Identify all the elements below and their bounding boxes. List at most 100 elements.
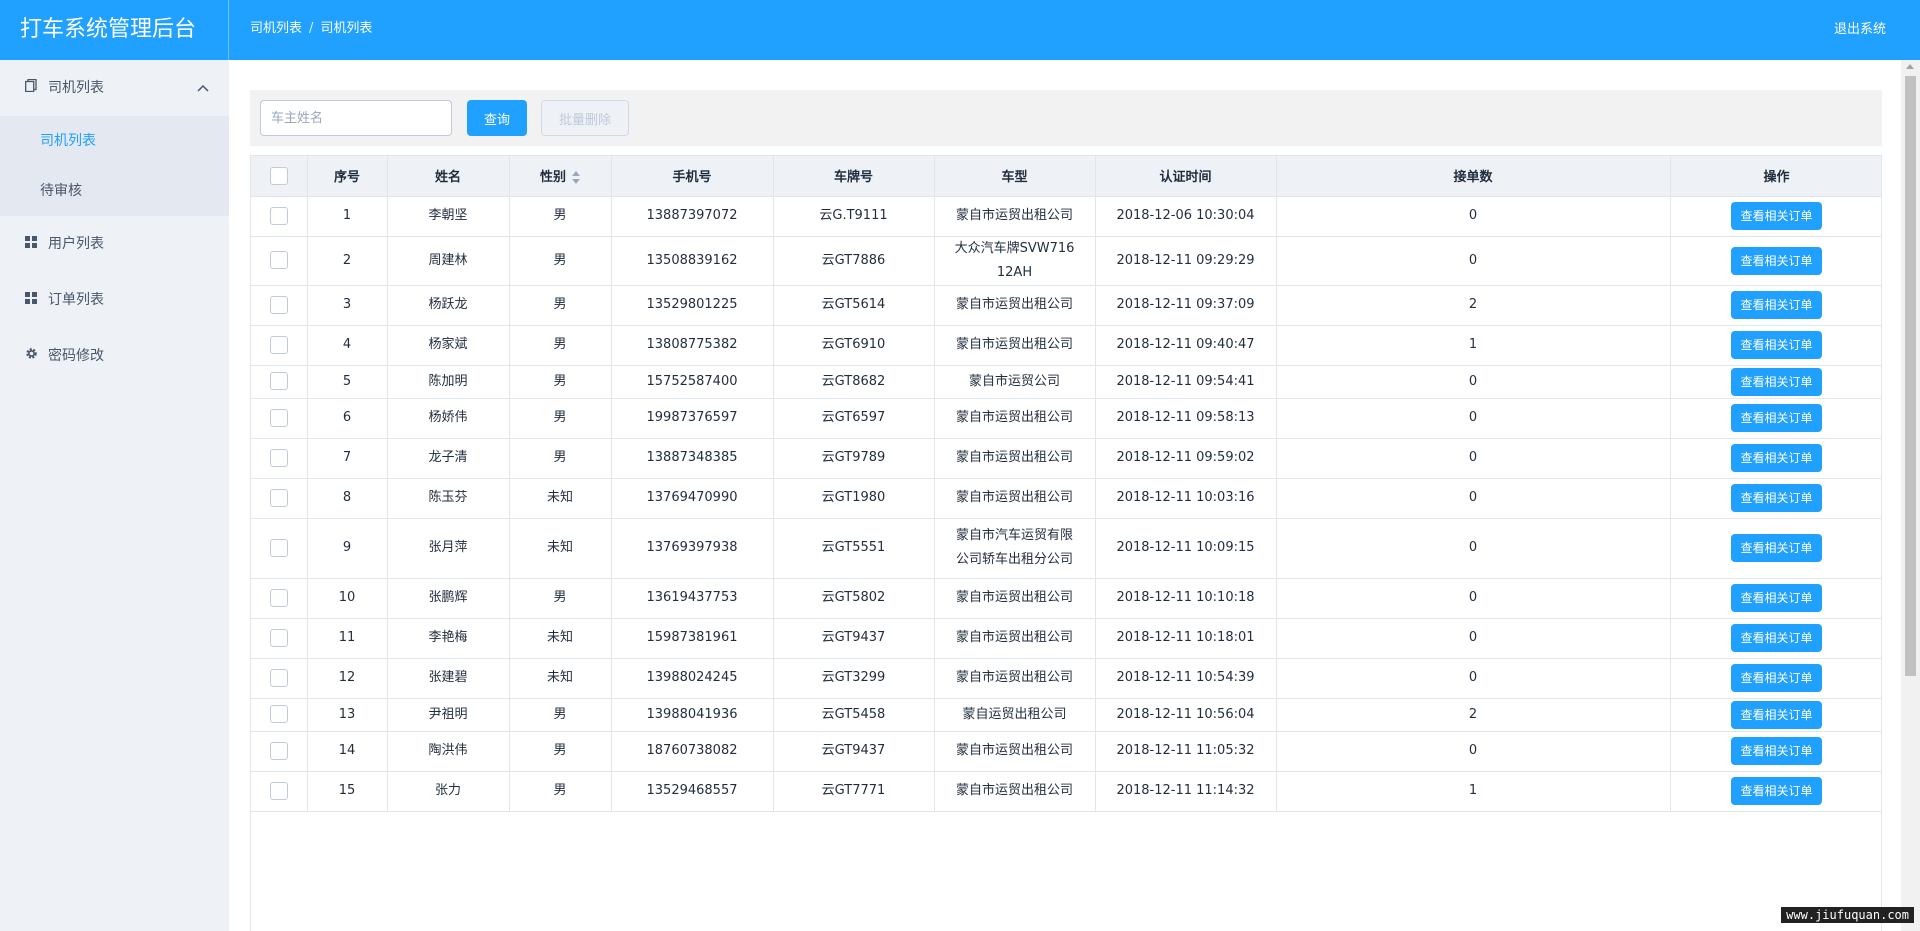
sidebar-item-orders[interactable]: 订单列表 xyxy=(0,272,229,328)
row-checkbox[interactable] xyxy=(269,741,288,760)
cell-plate: 云GT3299 xyxy=(773,658,935,699)
gear-icon xyxy=(24,329,38,385)
cell-phone: 13769470990 xyxy=(611,478,774,519)
cell-name: 张力 xyxy=(387,771,510,812)
row-checkbox[interactable] xyxy=(269,588,288,607)
sidebar-item-users[interactable]: 用户列表 xyxy=(0,216,229,272)
cell-index: 6 xyxy=(307,398,388,439)
sort-icon[interactable] xyxy=(572,170,580,185)
row-checkbox[interactable] xyxy=(269,781,288,800)
cell-index: 11 xyxy=(307,618,388,659)
view-orders-button[interactable]: 查看相关订单 xyxy=(1731,700,1822,729)
table-row: 3 杨跃龙男 13529801225 云GT5614 蒙自市运贸出租公司 2018-12-… xyxy=(251,285,1881,326)
cell-gender: 男 xyxy=(509,285,612,326)
cell-plate: 云GT9789 xyxy=(773,438,935,479)
row-checkbox[interactable] xyxy=(269,372,288,390)
cell-car-model: 蒙自市运贸出租公司 xyxy=(934,618,1096,659)
cell-car-model: 蒙自市运贸出租公司 xyxy=(934,325,1096,366)
batch-delete-button: 批量删除 xyxy=(541,100,629,136)
row-checkbox[interactable] xyxy=(269,408,288,427)
table-row: 7 龙子清男 13887348385 云GT9789 蒙自市运贸出租公司 2018-12-… xyxy=(251,438,1881,479)
logout-button[interactable]: 退出系统 xyxy=(1834,0,1886,60)
row-checkbox[interactable] xyxy=(269,206,288,225)
view-orders-button[interactable]: 查看相关订单 xyxy=(1731,624,1822,652)
table-row: 15 张力男 13529468557 云GT7771 蒙自市运贸出租公司 2018-12-… xyxy=(251,771,1881,812)
row-select-cell xyxy=(251,731,308,772)
cell-name: 周建林 xyxy=(387,236,510,286)
view-orders-button[interactable]: 查看相关订单 xyxy=(1731,331,1822,359)
cell-name: 李艳梅 xyxy=(387,618,510,659)
sidebar-subitem-driver-list[interactable]: 司机列表 xyxy=(0,116,229,166)
view-orders-button[interactable]: 查看相关订单 xyxy=(1731,444,1822,472)
view-orders-button[interactable]: 查看相关订单 xyxy=(1731,664,1822,692)
row-checkbox[interactable] xyxy=(269,668,288,687)
row-select-cell xyxy=(251,698,308,732)
row-select-cell xyxy=(251,618,308,659)
cell-actions: 查看相关订单 xyxy=(1670,578,1881,619)
page-scrollbar[interactable] xyxy=(1901,60,1920,931)
cell-phone: 13887397072 xyxy=(611,196,774,237)
column-header-actions: 操作 xyxy=(1670,156,1881,197)
row-checkbox[interactable] xyxy=(269,538,288,557)
cell-car-model: 大众汽车牌SVW71612AH xyxy=(934,236,1096,286)
query-button[interactable]: 查询 xyxy=(467,100,527,136)
row-select-cell xyxy=(251,365,308,399)
owner-name-search-input[interactable] xyxy=(260,100,452,136)
cell-certified-time: 2018-12-11 09:37:09 xyxy=(1095,285,1277,326)
breadcrumb-item[interactable]: 司机列表 xyxy=(250,21,302,36)
cell-order-count: 2 xyxy=(1276,698,1671,732)
view-orders-button[interactable]: 查看相关订单 xyxy=(1731,202,1822,230)
view-orders-button[interactable]: 查看相关订单 xyxy=(1731,367,1822,396)
cell-name: 张鹏辉 xyxy=(387,578,510,619)
sidebar-item-drivers[interactable]: 司机列表 xyxy=(0,60,229,116)
view-orders-button[interactable]: 查看相关订单 xyxy=(1731,584,1822,612)
cell-order-count: 2 xyxy=(1276,285,1671,326)
row-checkbox[interactable] xyxy=(269,295,288,314)
cell-name: 陶洪伟 xyxy=(387,731,510,772)
view-orders-button[interactable]: 查看相关订单 xyxy=(1731,534,1822,562)
cell-gender: 未知 xyxy=(509,618,612,659)
cell-plate: 云GT7771 xyxy=(773,771,935,812)
column-header-certified-time: 认证时间 xyxy=(1095,156,1277,197)
select-all-checkbox[interactable] xyxy=(269,166,288,185)
cell-certified-time: 2018-12-11 10:03:16 xyxy=(1095,478,1277,519)
cell-plate: 云GT5551 xyxy=(773,518,935,579)
view-orders-button[interactable]: 查看相关订单 xyxy=(1731,777,1822,805)
cell-certified-time: 2018-12-11 09:29:29 xyxy=(1095,236,1277,286)
row-checkbox[interactable] xyxy=(269,251,288,269)
cell-phone: 13988024245 xyxy=(611,658,774,699)
cell-phone: 15752587400 xyxy=(611,365,774,399)
view-orders-button[interactable]: 查看相关订单 xyxy=(1731,246,1822,275)
sidebar-item-password[interactable]: 密码修改 xyxy=(0,328,229,384)
table-header-row: 序号 姓名 性别 手机号 车牌号 车型 认证时间 接单数 操作 xyxy=(251,156,1881,197)
row-checkbox[interactable] xyxy=(269,705,288,723)
view-orders-button[interactable]: 查看相关订单 xyxy=(1731,484,1822,512)
row-select-cell xyxy=(251,236,308,286)
cell-order-count: 1 xyxy=(1276,325,1671,366)
cell-actions: 查看相关订单 xyxy=(1670,698,1881,732)
table-row: 13 尹祖明男 13988041936 云GT5458 蒙自运贸出租公司 2018-12-… xyxy=(251,698,1881,732)
cell-phone: 19987376597 xyxy=(611,398,774,439)
row-checkbox[interactable] xyxy=(269,628,288,647)
column-header-index: 序号 xyxy=(307,156,388,197)
cell-car-model: 蒙自市运贸出租公司 xyxy=(934,578,1096,619)
row-checkbox[interactable] xyxy=(269,488,288,507)
column-header-gender[interactable]: 性别 xyxy=(509,156,612,197)
cell-order-count: 0 xyxy=(1276,731,1671,772)
view-orders-button[interactable]: 查看相关订单 xyxy=(1731,737,1822,765)
scroll-up-arrow-icon[interactable] xyxy=(1906,64,1914,69)
cell-gender: 男 xyxy=(509,438,612,479)
cell-phone: 18760738082 xyxy=(611,731,774,772)
cell-actions: 查看相关订单 xyxy=(1670,325,1881,366)
row-select-cell xyxy=(251,578,308,619)
scrollbar-thumb[interactable] xyxy=(1905,76,1916,676)
sidebar-subitem-pending-review[interactable]: 待审核 xyxy=(0,166,229,216)
view-orders-button[interactable]: 查看相关订单 xyxy=(1731,291,1822,319)
sidebar-submenu: 司机列表 待审核 xyxy=(0,116,229,216)
view-orders-button[interactable]: 查看相关订单 xyxy=(1731,404,1822,432)
row-checkbox[interactable] xyxy=(269,335,288,354)
cell-order-count: 0 xyxy=(1276,236,1671,286)
cell-order-count: 0 xyxy=(1276,658,1671,699)
row-checkbox[interactable] xyxy=(269,448,288,467)
cell-actions: 查看相关订单 xyxy=(1670,618,1881,659)
